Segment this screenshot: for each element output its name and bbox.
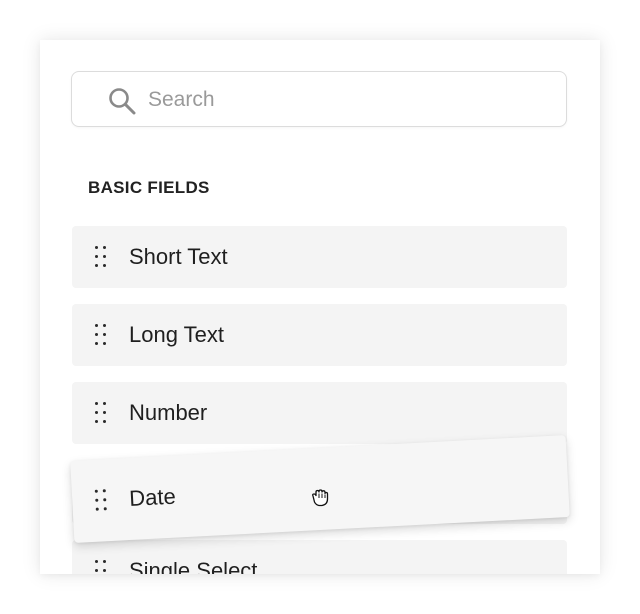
drag-handle-icon[interactable] — [95, 560, 107, 574]
field-label: Long Text — [129, 322, 225, 347]
section-heading-basic-fields: BASIC FIELDS — [88, 178, 210, 197]
field-label: Date — [128, 483, 177, 511]
drag-handle-icon[interactable] — [94, 489, 108, 512]
field-item-number[interactable]: Number — [72, 382, 567, 444]
search-input[interactable] — [148, 86, 548, 114]
field-label: Single Select — [129, 558, 258, 574]
grab-hand-icon — [312, 489, 329, 507]
field-label: Number — [129, 400, 208, 425]
field-item-single-select[interactable]: Single Select — [72, 540, 567, 574]
field-item-long-text[interactable]: Long Text — [72, 304, 567, 366]
drag-handle-icon[interactable] — [95, 402, 107, 424]
drag-handle-icon[interactable] — [95, 246, 107, 268]
search-icon — [109, 88, 136, 115]
field-label: Short Text — [129, 244, 228, 269]
field-item-short-text[interactable]: Short Text — [72, 226, 567, 288]
search-box[interactable] — [71, 71, 567, 127]
drag-handle-icon[interactable] — [95, 324, 107, 346]
